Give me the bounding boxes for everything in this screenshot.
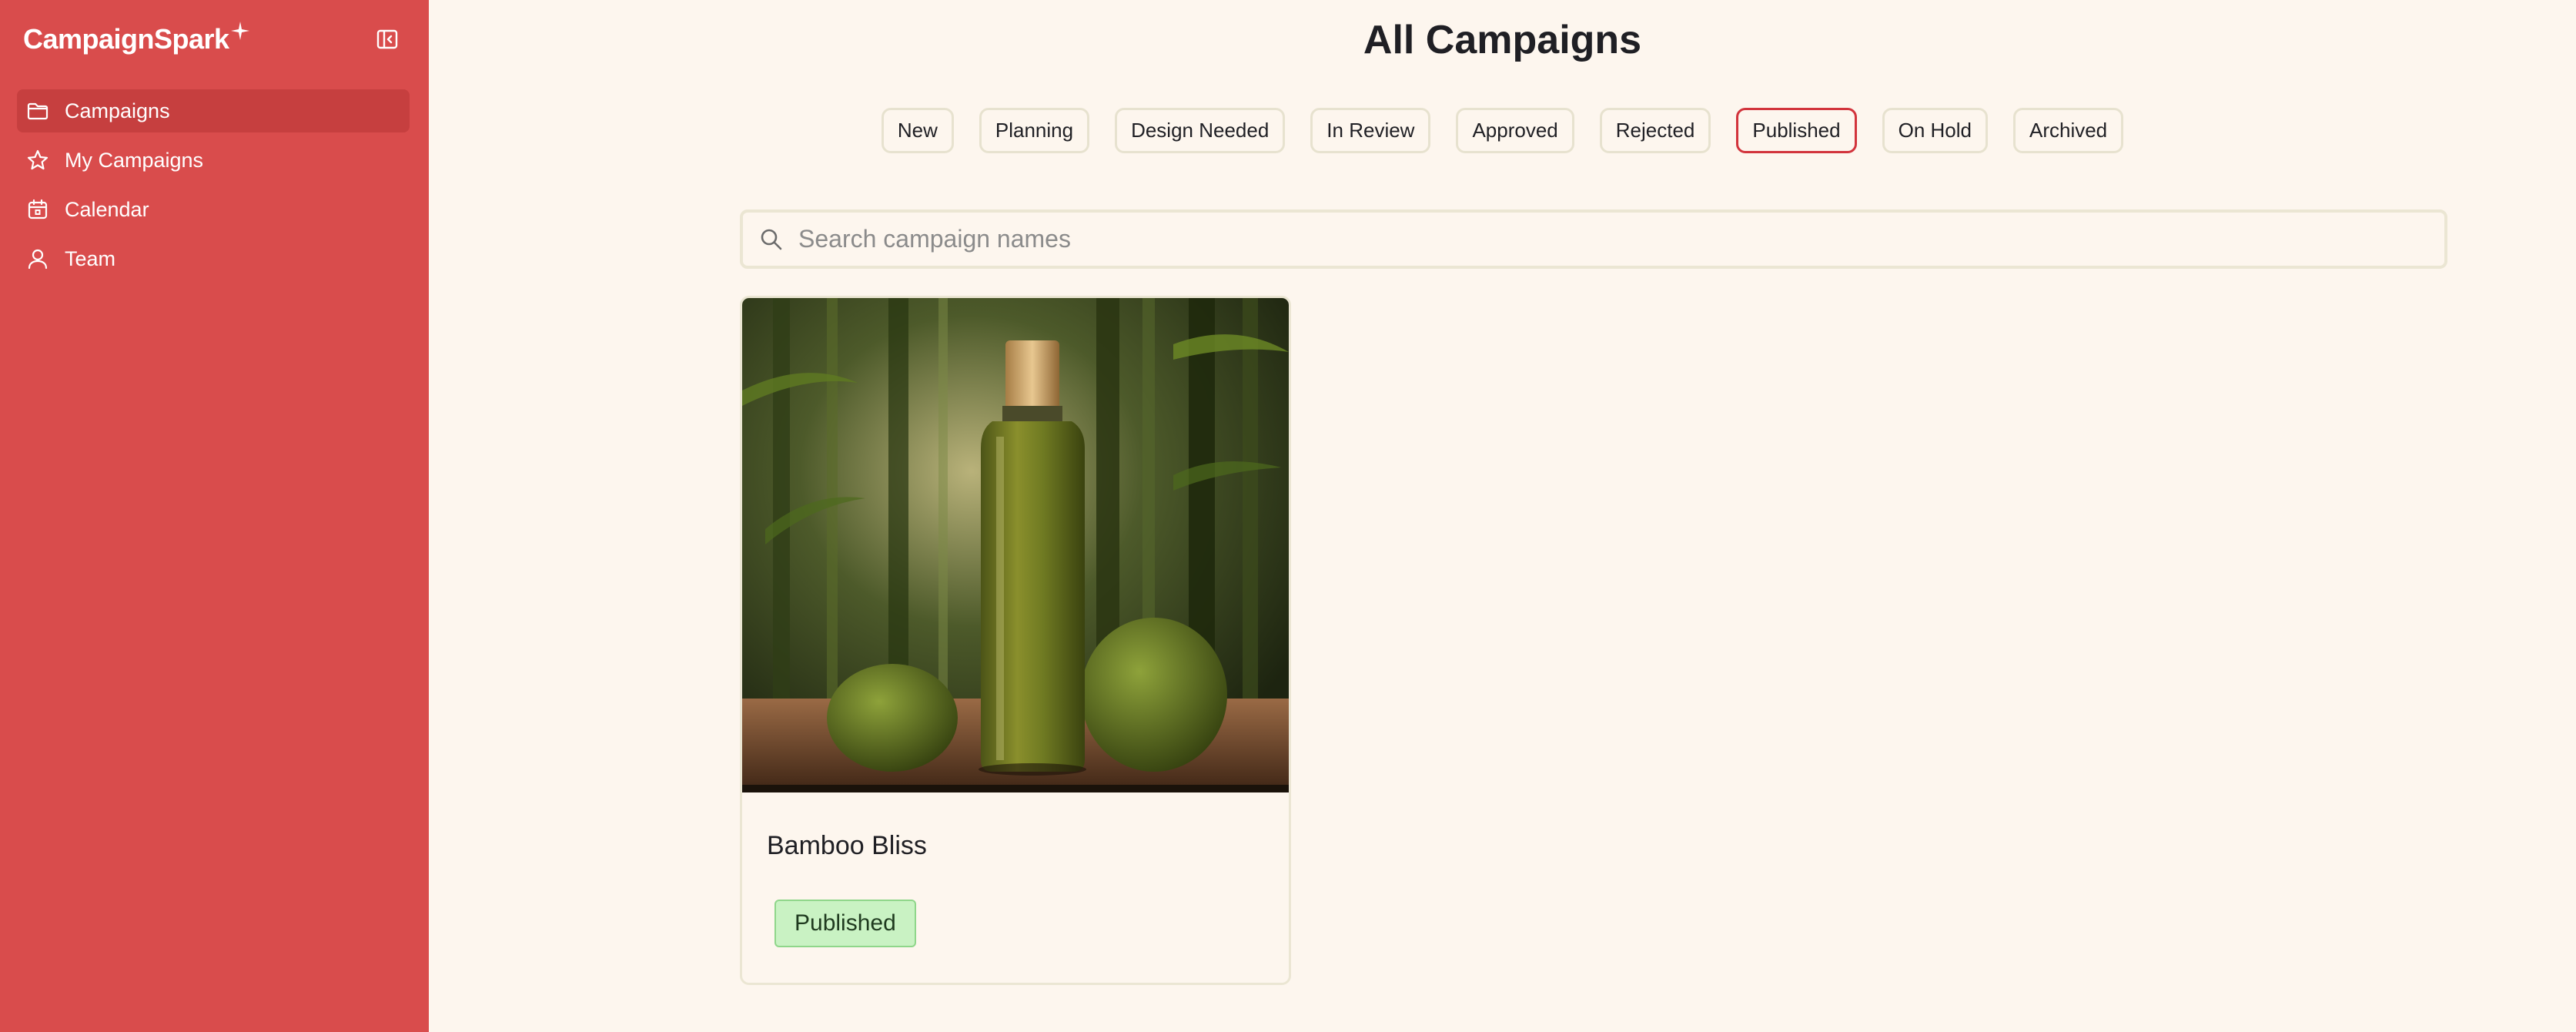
campaign-image <box>742 298 1289 792</box>
collapse-sidebar-icon[interactable] <box>376 28 399 51</box>
calendar-icon <box>28 199 48 219</box>
filter-chip-approved[interactable]: Approved <box>1456 108 1574 153</box>
sidebar-item-team[interactable]: Team <box>17 237 410 280</box>
filter-chip-in-review[interactable]: In Review <box>1310 108 1431 153</box>
brand-logo[interactable]: CampaignSpark <box>23 22 249 55</box>
sidebar-item-campaigns[interactable]: Campaigns <box>17 89 410 132</box>
sidebar-item-label: Calendar <box>65 197 149 221</box>
sidebar-item-label: Campaigns <box>65 99 170 122</box>
sparkle-icon <box>230 22 249 40</box>
filter-chip-published[interactable]: Published <box>1736 108 1857 153</box>
filter-chip-archived[interactable]: Archived <box>2012 108 2124 153</box>
sidebar-item-my-campaigns[interactable]: My Campaigns <box>17 139 410 182</box>
sidebar-item-calendar[interactable]: Calendar <box>17 188 410 231</box>
campaign-card[interactable]: Bamboo Bliss Published <box>740 296 1291 985</box>
search-input[interactable] <box>797 224 2414 254</box>
user-icon <box>28 249 48 270</box>
folder-icon <box>27 102 49 120</box>
filter-chip-planning[interactable]: Planning <box>979 108 1090 153</box>
page-title: All Campaigns <box>1363 18 1642 62</box>
status-badge: Published <box>774 900 916 947</box>
brand-name: CampaignSpark <box>23 23 229 55</box>
filter-chip-design-needed[interactable]: Design Needed <box>1115 108 1286 153</box>
sidebar-item-label: My Campaigns <box>65 148 204 172</box>
sidebar-nav: Campaigns My Campaigns Calendar Team <box>17 89 410 286</box>
filter-chip-new[interactable]: New <box>881 108 954 153</box>
search-bar <box>740 209 2447 269</box>
star-icon <box>27 149 49 170</box>
filter-chip-on-hold[interactable]: On Hold <box>1882 108 1988 153</box>
app-root: CampaignSpark Campaigns My Campaigns Cal… <box>0 0 2576 1032</box>
sidebar: CampaignSpark Campaigns My Campaigns Cal… <box>0 0 429 1032</box>
status-filter-bar: New Planning Design Needed In Review App… <box>429 108 2576 153</box>
sidebar-item-label: Team <box>65 246 116 270</box>
search-icon <box>761 229 782 250</box>
main-content: All Campaigns New Planning Design Needed… <box>429 0 2576 1032</box>
filter-chip-rejected[interactable]: Rejected <box>1599 108 1711 153</box>
campaign-title: Bamboo Bliss <box>767 831 927 860</box>
